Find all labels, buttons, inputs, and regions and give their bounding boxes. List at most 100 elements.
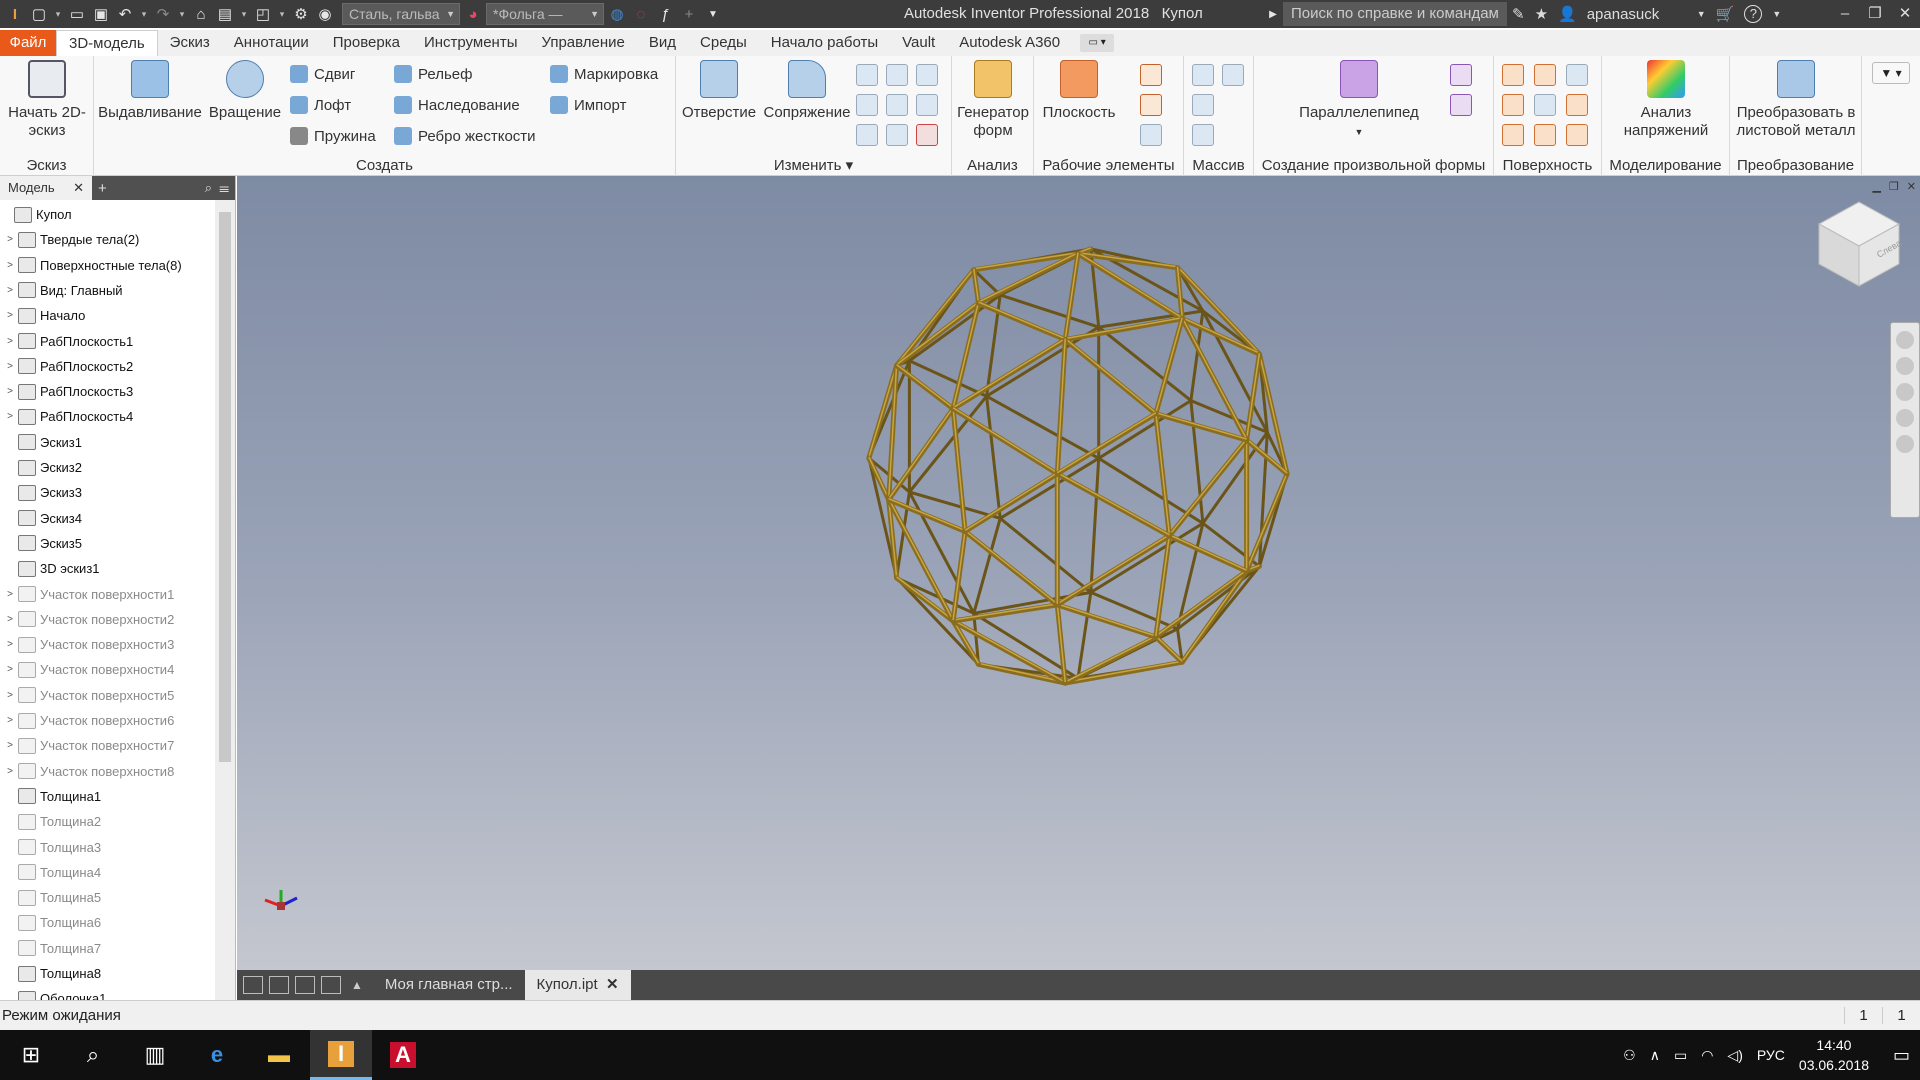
menu-icon[interactable]: ☰ <box>219 180 229 195</box>
help-icon[interactable]: ? <box>1744 5 1763 23</box>
tree-item[interactable]: Эскиз2 <box>0 455 214 480</box>
task-view-icon[interactable]: ▥ <box>124 1030 186 1080</box>
emboss-button[interactable]: Рельеф <box>394 61 472 87</box>
search-icon[interactable]: ⌕ <box>205 180 212 195</box>
tab-inspect[interactable]: Проверка <box>321 30 412 56</box>
expand-arrow-icon[interactable]: > <box>4 260 16 271</box>
tree-item[interactable]: Толщина3 <box>0 835 214 860</box>
user-dropdown-icon[interactable]: ▼ <box>1697 9 1706 19</box>
tree-item[interactable]: Толщина1 <box>0 784 214 809</box>
tree-item[interactable]: > Участок поверхности7 <box>0 733 214 758</box>
pan-icon[interactable] <box>1896 357 1914 375</box>
expand-arrow-icon[interactable]: > <box>4 234 16 245</box>
trim-icon[interactable] <box>1502 94 1524 116</box>
revolve-button[interactable]: Вращение <box>206 60 284 122</box>
tab-file[interactable]: Файл <box>0 30 56 56</box>
tab-manage[interactable]: Управление <box>529 30 636 56</box>
tab-3d-model[interactable]: 3D-модель <box>56 30 158 56</box>
expand-arrow-icon[interactable]: > <box>4 411 16 422</box>
tree-item[interactable]: > РабПлоскость1 <box>0 329 214 354</box>
thicken-icon[interactable] <box>916 94 938 116</box>
stress-analysis-button[interactable]: Анализ напряжений <box>1608 60 1724 140</box>
convert-sheet-metal-button[interactable]: Преобразовать в листовой металл <box>1732 60 1860 140</box>
plane-button[interactable]: Плоскость <box>1040 60 1118 122</box>
expand-arrow-icon[interactable]: > <box>4 386 16 397</box>
browser-scrollbar[interactable] <box>215 200 235 1000</box>
language-indicator[interactable]: РУС <box>1757 1047 1785 1063</box>
tray-expand-icon[interactable]: ∧ <box>1650 1047 1660 1064</box>
arrange-icon[interactable] <box>269 976 289 994</box>
add-browser-tab-icon[interactable]: + <box>92 180 107 197</box>
tree-item[interactable]: > Участок поверхности4 <box>0 657 214 682</box>
split-icon[interactable] <box>916 64 938 86</box>
scrollbar-thumb[interactable] <box>219 212 231 762</box>
plus-icon[interactable]: + <box>678 3 700 25</box>
draft-icon[interactable] <box>856 124 878 146</box>
clear-appearance-icon[interactable]: ◌ <box>630 3 652 25</box>
import-button[interactable]: Импорт <box>550 92 626 118</box>
autocad-taskbar-icon[interactable]: A <box>372 1030 434 1080</box>
undo-icon[interactable]: ↶ <box>114 3 136 25</box>
fillet-button[interactable]: Сопряжение <box>760 60 854 122</box>
tree-item[interactable]: Толщина4 <box>0 860 214 885</box>
tree-item[interactable]: > РабПлоскость2 <box>0 354 214 379</box>
new-icon[interactable]: ▢ <box>28 3 50 25</box>
freeform-edit-icon[interactable] <box>1450 64 1472 86</box>
tree-item[interactable]: Оболочка1 <box>0 986 214 1000</box>
ucs-icon[interactable] <box>1140 124 1162 146</box>
file-explorer-icon[interactable]: ▬ <box>248 1030 310 1080</box>
expand-arrow-icon[interactable]: > <box>4 766 16 777</box>
dome-wireframe-model[interactable] <box>866 246 1290 686</box>
extend-icon[interactable] <box>1566 94 1588 116</box>
ruled-surface-icon[interactable] <box>1502 124 1524 146</box>
binoculars-icon[interactable]: ✎ <box>1512 5 1525 23</box>
open-documents-icon[interactable]: ▲ <box>351 978 363 992</box>
tree-item[interactable]: > Начало <box>0 303 214 328</box>
restore-icon[interactable]: ❐ <box>1860 0 1890 28</box>
tree-item[interactable]: Толщина6 <box>0 910 214 935</box>
tree-item[interactable]: > Участок поверхности5 <box>0 683 214 708</box>
adjust-appearance-icon[interactable]: ◍ <box>606 3 628 25</box>
network-icon[interactable]: ◠ <box>1701 1047 1713 1064</box>
help-dropdown-icon[interactable]: ▼ <box>1772 9 1781 19</box>
tree-item[interactable]: Купол <box>0 202 214 227</box>
tree-item[interactable]: > Поверхностные тела(8) <box>0 253 214 278</box>
tree-item[interactable]: Эскиз1 <box>0 430 214 455</box>
fx-parameters-icon[interactable]: ƒ <box>654 3 676 25</box>
doc-tab-dome[interactable]: Купол.ipt ✕ <box>524 970 631 1000</box>
windows-start-icon[interactable]: ⊞ <box>0 1030 62 1080</box>
tree-item[interactable]: Эскиз3 <box>0 480 214 505</box>
expand-arrow-icon[interactable]: > <box>4 310 16 321</box>
globe-icon[interactable]: ◉ <box>314 3 336 25</box>
tree-item[interactable]: > РабПлоскость3 <box>0 379 214 404</box>
user-name[interactable]: apanasuck <box>1587 6 1687 23</box>
replace-face-icon[interactable] <box>886 124 908 146</box>
tab-a360[interactable]: Autodesk A360 <box>947 30 1072 56</box>
tree-item[interactable]: > Участок поверхности2 <box>0 607 214 632</box>
material-select[interactable]: Сталь, гальва ▼ <box>342 3 460 25</box>
tree-item[interactable]: > Участок поверхности8 <box>0 759 214 784</box>
delete-face-icon[interactable] <box>916 124 938 146</box>
update-icon[interactable]: ⚙ <box>290 3 312 25</box>
loft-button[interactable]: Лофт <box>290 92 351 118</box>
rectangular-pattern-icon[interactable] <box>1192 64 1214 86</box>
search-icon[interactable]: ⌕ <box>62 1030 124 1080</box>
save-icon[interactable]: ▣ <box>90 3 112 25</box>
appearance-select[interactable]: *Фольга — ▼ <box>486 3 604 25</box>
expand-arrow-icon[interactable]: > <box>4 336 16 347</box>
tree-item[interactable]: 3D эскиз1 <box>0 556 214 581</box>
tree-item[interactable]: Толщина7 <box>0 936 214 961</box>
derive-button[interactable]: Наследование <box>394 92 520 118</box>
minimize-icon[interactable]: – <box>1830 0 1860 28</box>
battery-icon[interactable]: ▭ <box>1674 1047 1687 1064</box>
patch-icon[interactable] <box>1566 64 1588 86</box>
ribbon-display-toggle[interactable]: ▭ ▾ <box>1080 34 1115 52</box>
shape-generator-button[interactable]: Генератор форм <box>954 60 1032 140</box>
search-input[interactable]: Поиск по справке и командам <box>1283 2 1507 26</box>
close-icon[interactable]: ✕ <box>606 976 619 993</box>
tab-get-started[interactable]: Начало работы <box>759 30 890 56</box>
expand-arrow-icon[interactable]: > <box>4 614 16 625</box>
folder-icon[interactable]: ▤ <box>214 3 236 25</box>
mark-button[interactable]: Маркировка <box>550 61 658 87</box>
tree-item[interactable]: Толщина5 <box>0 885 214 910</box>
